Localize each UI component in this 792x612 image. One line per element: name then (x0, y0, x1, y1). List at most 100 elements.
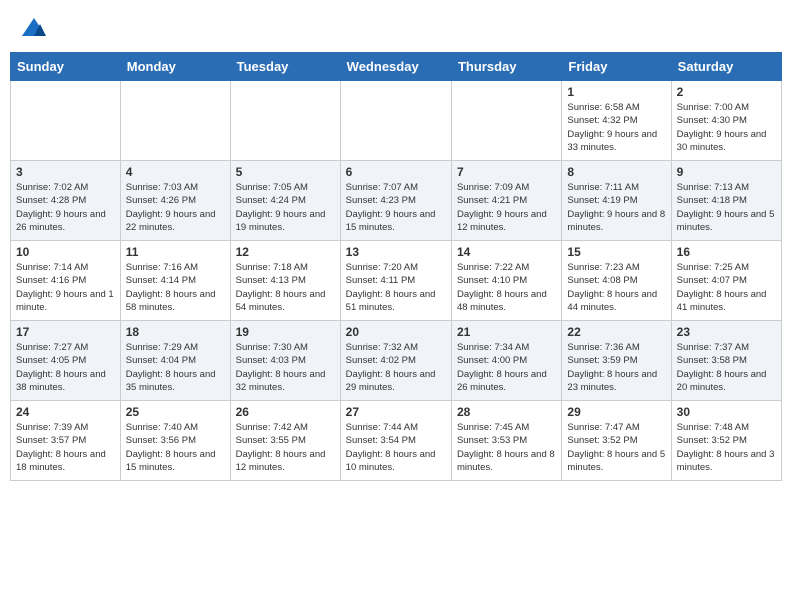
day-info: Sunrise: 7:44 AM Sunset: 3:54 PM Dayligh… (346, 421, 446, 474)
day-number: 16 (677, 245, 776, 259)
day-info: Sunrise: 7:23 AM Sunset: 4:08 PM Dayligh… (567, 261, 665, 314)
day-cell: 14 Sunrise: 7:22 AM Sunset: 4:10 PM Dayli… (451, 241, 561, 321)
day-cell: 21Sunrise: 7:34 AM Sunset: 4:00 PM Dayli… (451, 321, 561, 401)
day-info: Sunrise: 7:42 AM Sunset: 3:55 PM Dayligh… (236, 421, 335, 474)
day-number: 12 (236, 245, 335, 259)
day-cell: 22 Sunrise: 7:36 AM Sunset: 3:59 PM Dayli… (562, 321, 671, 401)
day-info: Sunrise: 7:39 AM Sunset: 3:57 PM Dayligh… (16, 421, 115, 474)
day-number: 2 (677, 85, 776, 99)
day-cell: 13Sunrise: 7:20 AM Sunset: 4:11 PM Dayli… (340, 241, 451, 321)
day-info: Sunrise: 7:27 AM Sunset: 4:05 PM Dayligh… (16, 341, 115, 394)
day-number: 17 (16, 325, 115, 339)
day-number: 18 (126, 325, 225, 339)
day-cell: 15 Sunrise: 7:23 AM Sunset: 4:08 PM Dayli… (562, 241, 671, 321)
weekday-header-monday: Monday (120, 53, 230, 81)
day-cell: 17 Sunrise: 7:27 AM Sunset: 4:05 PM Dayli… (11, 321, 121, 401)
day-cell: 8Sunrise: 7:11 AM Sunset: 4:19 PM Daylig… (562, 161, 671, 241)
day-info: Sunrise: 6:58 AM Sunset: 4:32 PM Dayligh… (567, 101, 665, 154)
day-cell: 16 Sunrise: 7:25 AM Sunset: 4:07 PM Dayli… (671, 241, 781, 321)
day-number: 9 (677, 165, 776, 179)
day-info: Sunrise: 7:00 AM Sunset: 4:30 PM Dayligh… (677, 101, 776, 154)
day-number: 22 (567, 325, 665, 339)
day-cell: 19Sunrise: 7:30 AM Sunset: 4:03 PM Dayli… (230, 321, 340, 401)
day-cell: 18Sunrise: 7:29 AM Sunset: 4:04 PM Dayli… (120, 321, 230, 401)
day-info: Sunrise: 7:05 AM Sunset: 4:24 PM Dayligh… (236, 181, 335, 234)
day-number: 13 (346, 245, 446, 259)
weekday-header-tuesday: Tuesday (230, 53, 340, 81)
week-row-4: 17 Sunrise: 7:27 AM Sunset: 4:05 PM Dayli… (11, 321, 782, 401)
logo-icon (20, 16, 48, 44)
weekday-header-wednesday: Wednesday (340, 53, 451, 81)
day-info: Sunrise: 7:11 AM Sunset: 4:19 PM Dayligh… (567, 181, 665, 234)
day-number: 7 (457, 165, 556, 179)
day-cell: 1 Sunrise: 6:58 AM Sunset: 4:32 PM Daylig… (562, 81, 671, 161)
page-header (0, 0, 792, 52)
day-cell: 28Sunrise: 7:45 AM Sunset: 3:53 PM Dayli… (451, 401, 561, 481)
weekday-header-sunday: Sunday (11, 53, 121, 81)
day-cell: 10 Sunrise: 7:14 AM Sunset: 4:16 PM Dayli… (11, 241, 121, 321)
day-cell (230, 81, 340, 161)
day-info: Sunrise: 7:14 AM Sunset: 4:16 PM Dayligh… (16, 261, 115, 314)
day-cell: 6 Sunrise: 7:07 AM Sunset: 4:23 PM Daylig… (340, 161, 451, 241)
day-info: Sunrise: 7:34 AM Sunset: 4:00 PM Dayligh… (457, 341, 556, 394)
day-number: 24 (16, 405, 115, 419)
day-number: 14 (457, 245, 556, 259)
week-row-5: 24 Sunrise: 7:39 AM Sunset: 3:57 PM Dayli… (11, 401, 782, 481)
day-number: 26 (236, 405, 335, 419)
day-info: Sunrise: 7:09 AM Sunset: 4:21 PM Dayligh… (457, 181, 556, 234)
day-number: 15 (567, 245, 665, 259)
day-cell: 26 Sunrise: 7:42 AM Sunset: 3:55 PM Dayli… (230, 401, 340, 481)
day-number: 25 (126, 405, 225, 419)
day-number: 30 (677, 405, 776, 419)
day-info: Sunrise: 7:18 AM Sunset: 4:13 PM Dayligh… (236, 261, 335, 314)
day-number: 11 (126, 245, 225, 259)
day-number: 23 (677, 325, 776, 339)
calendar-table: SundayMondayTuesdayWednesdayThursdayFrid… (10, 52, 782, 481)
day-number: 6 (346, 165, 446, 179)
day-info: Sunrise: 7:07 AM Sunset: 4:23 PM Dayligh… (346, 181, 446, 234)
day-info: Sunrise: 7:47 AM Sunset: 3:52 PM Dayligh… (567, 421, 665, 474)
day-cell: 7 Sunrise: 7:09 AM Sunset: 4:21 PM Daylig… (451, 161, 561, 241)
day-info: Sunrise: 7:37 AM Sunset: 3:58 PM Dayligh… (677, 341, 776, 394)
weekday-header-thursday: Thursday (451, 53, 561, 81)
day-cell: 2 Sunrise: 7:00 AM Sunset: 4:30 PM Daylig… (671, 81, 781, 161)
day-number: 10 (16, 245, 115, 259)
day-cell (120, 81, 230, 161)
day-info: Sunrise: 7:32 AM Sunset: 4:02 PM Dayligh… (346, 341, 446, 394)
day-cell: 3 Sunrise: 7:02 AM Sunset: 4:28 PM Daylig… (11, 161, 121, 241)
day-info: Sunrise: 7:30 AM Sunset: 4:03 PM Dayligh… (236, 341, 335, 394)
day-number: 27 (346, 405, 446, 419)
day-info: Sunrise: 7:36 AM Sunset: 3:59 PM Dayligh… (567, 341, 665, 394)
weekday-header-saturday: Saturday (671, 53, 781, 81)
day-cell: 11Sunrise: 7:16 AM Sunset: 4:14 PM Dayli… (120, 241, 230, 321)
day-number: 1 (567, 85, 665, 99)
week-row-1: 1 Sunrise: 6:58 AM Sunset: 4:32 PM Daylig… (11, 81, 782, 161)
day-number: 28 (457, 405, 556, 419)
week-row-2: 3 Sunrise: 7:02 AM Sunset: 4:28 PM Daylig… (11, 161, 782, 241)
day-info: Sunrise: 7:25 AM Sunset: 4:07 PM Dayligh… (677, 261, 776, 314)
day-info: Sunrise: 7:40 AM Sunset: 3:56 PM Dayligh… (126, 421, 225, 474)
day-info: Sunrise: 7:48 AM Sunset: 3:52 PM Dayligh… (677, 421, 776, 474)
logo (20, 16, 52, 44)
day-cell: 4 Sunrise: 7:03 AM Sunset: 4:26 PM Daylig… (120, 161, 230, 241)
day-cell (340, 81, 451, 161)
day-number: 4 (126, 165, 225, 179)
day-number: 3 (16, 165, 115, 179)
week-row-3: 10 Sunrise: 7:14 AM Sunset: 4:16 PM Dayli… (11, 241, 782, 321)
day-cell: 30 Sunrise: 7:48 AM Sunset: 3:52 PM Dayli… (671, 401, 781, 481)
day-info: Sunrise: 7:03 AM Sunset: 4:26 PM Dayligh… (126, 181, 225, 234)
day-cell: 29 Sunrise: 7:47 AM Sunset: 3:52 PM Dayli… (562, 401, 671, 481)
day-info: Sunrise: 7:13 AM Sunset: 4:18 PM Dayligh… (677, 181, 776, 234)
weekday-header-row: SundayMondayTuesdayWednesdayThursdayFrid… (11, 53, 782, 81)
day-cell (451, 81, 561, 161)
day-cell: 24 Sunrise: 7:39 AM Sunset: 3:57 PM Dayli… (11, 401, 121, 481)
calendar-wrapper: SundayMondayTuesdayWednesdayThursdayFrid… (0, 52, 792, 481)
weekday-header-friday: Friday (562, 53, 671, 81)
day-number: 29 (567, 405, 665, 419)
day-cell: 9 Sunrise: 7:13 AM Sunset: 4:18 PM Daylig… (671, 161, 781, 241)
day-info: Sunrise: 7:22 AM Sunset: 4:10 PM Dayligh… (457, 261, 556, 314)
day-cell: 20Sunrise: 7:32 AM Sunset: 4:02 PM Dayli… (340, 321, 451, 401)
day-cell: 23 Sunrise: 7:37 AM Sunset: 3:58 PM Dayli… (671, 321, 781, 401)
day-number: 5 (236, 165, 335, 179)
day-info: Sunrise: 7:02 AM Sunset: 4:28 PM Dayligh… (16, 181, 115, 234)
